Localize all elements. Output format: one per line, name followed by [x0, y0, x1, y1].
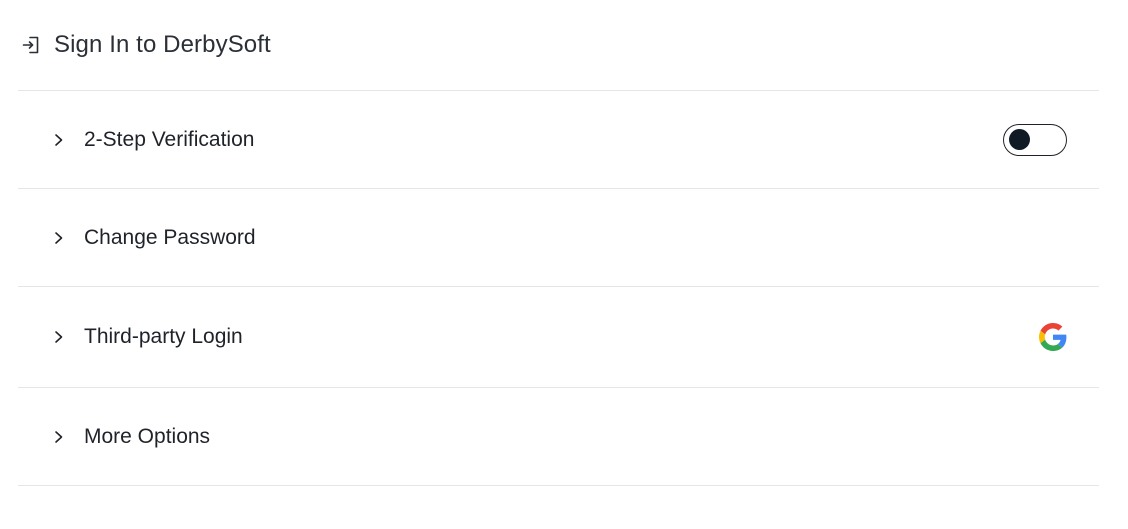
toggle-knob	[1009, 128, 1030, 150]
row-more-options[interactable]: More Options	[18, 388, 1099, 486]
row-label: Change Password	[84, 225, 256, 249]
two-step-verification-toggle[interactable]	[1003, 123, 1067, 156]
security-panel: Sign In to DerbySoft 2-Step Verification…	[18, 0, 1099, 486]
google-icon[interactable]	[1039, 323, 1067, 351]
panel-header: Sign In to DerbySoft	[18, 0, 1099, 91]
chevron-right-icon	[52, 133, 66, 147]
row-change-password[interactable]: Change Password	[18, 189, 1099, 287]
row-label: 2-Step Verification	[84, 127, 255, 151]
row-label: Third-party Login	[84, 325, 243, 348]
page-title: Sign In to DerbySoft	[54, 31, 271, 58]
sign-in-icon	[20, 34, 42, 56]
chevron-right-icon	[52, 330, 66, 344]
row-third-party-login[interactable]: Third-party Login	[18, 287, 1099, 388]
chevron-right-icon	[52, 430, 66, 444]
row-2-step-verification[interactable]: 2-Step Verification	[18, 91, 1099, 189]
row-label: More Options	[84, 424, 211, 448]
chevron-right-icon	[52, 231, 66, 245]
